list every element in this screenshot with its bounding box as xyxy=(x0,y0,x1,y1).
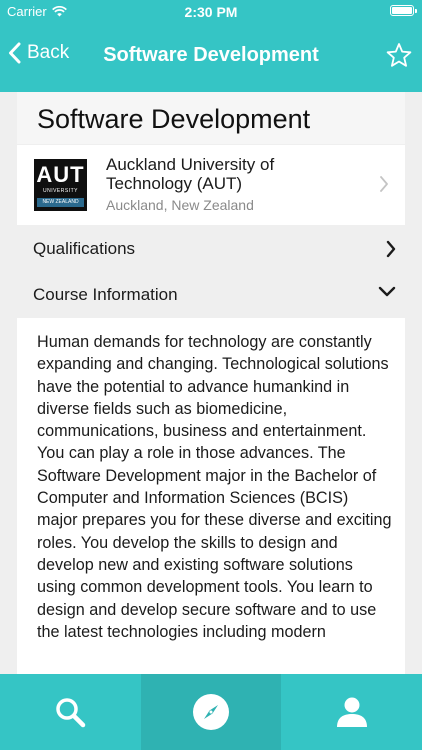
tab-explore[interactable] xyxy=(141,674,281,750)
university-location: Auckland, New Zealand xyxy=(106,197,254,213)
course-information-label: Course Information xyxy=(33,285,178,304)
logo-subtext: UNIVERSITY xyxy=(42,188,78,194)
course-title: Software Development xyxy=(37,104,311,134)
university-card[interactable]: AUT UNIVERSITY NEW ZEALAND Auckland Univ… xyxy=(17,145,405,225)
status-time: 2:30 PM xyxy=(184,4,238,20)
qualifications-label: Qualifications xyxy=(33,239,136,258)
person-icon xyxy=(337,697,367,727)
battery-icon xyxy=(390,5,417,16)
star-icon xyxy=(386,43,412,67)
university-name: Auckland University of Technology (AUT) xyxy=(106,155,275,193)
tab-bar xyxy=(0,674,422,750)
chevron-right-icon xyxy=(379,175,389,198)
course-description-card: Human demands for technology are constan… xyxy=(17,318,405,674)
logo-text: AUT xyxy=(36,162,85,187)
nav-title: Software Development xyxy=(103,44,319,66)
qualifications-row[interactable]: Qualifications xyxy=(17,227,405,271)
tab-search[interactable] xyxy=(0,674,140,750)
status-bar: Carrier 2:30 PM xyxy=(0,0,422,22)
content-area[interactable]: Software Development AUT UNIVERSITY NEW … xyxy=(0,92,422,674)
course-heading-card: Software Development xyxy=(17,92,405,144)
compass-icon xyxy=(193,694,229,730)
chevron-right-icon xyxy=(385,239,397,264)
navigation-bar: Back Software Development xyxy=(0,22,422,92)
university-logo: AUT UNIVERSITY NEW ZEALAND xyxy=(34,159,87,211)
chevron-down-icon xyxy=(377,285,397,304)
tab-profile[interactable] xyxy=(282,674,422,750)
logo-strip: NEW ZEALAND xyxy=(37,198,84,207)
course-description: Human demands for technology are constan… xyxy=(37,333,392,641)
course-information-row[interactable]: Course Information xyxy=(17,273,405,317)
search-icon xyxy=(56,698,86,728)
favorite-button[interactable] xyxy=(386,42,412,73)
